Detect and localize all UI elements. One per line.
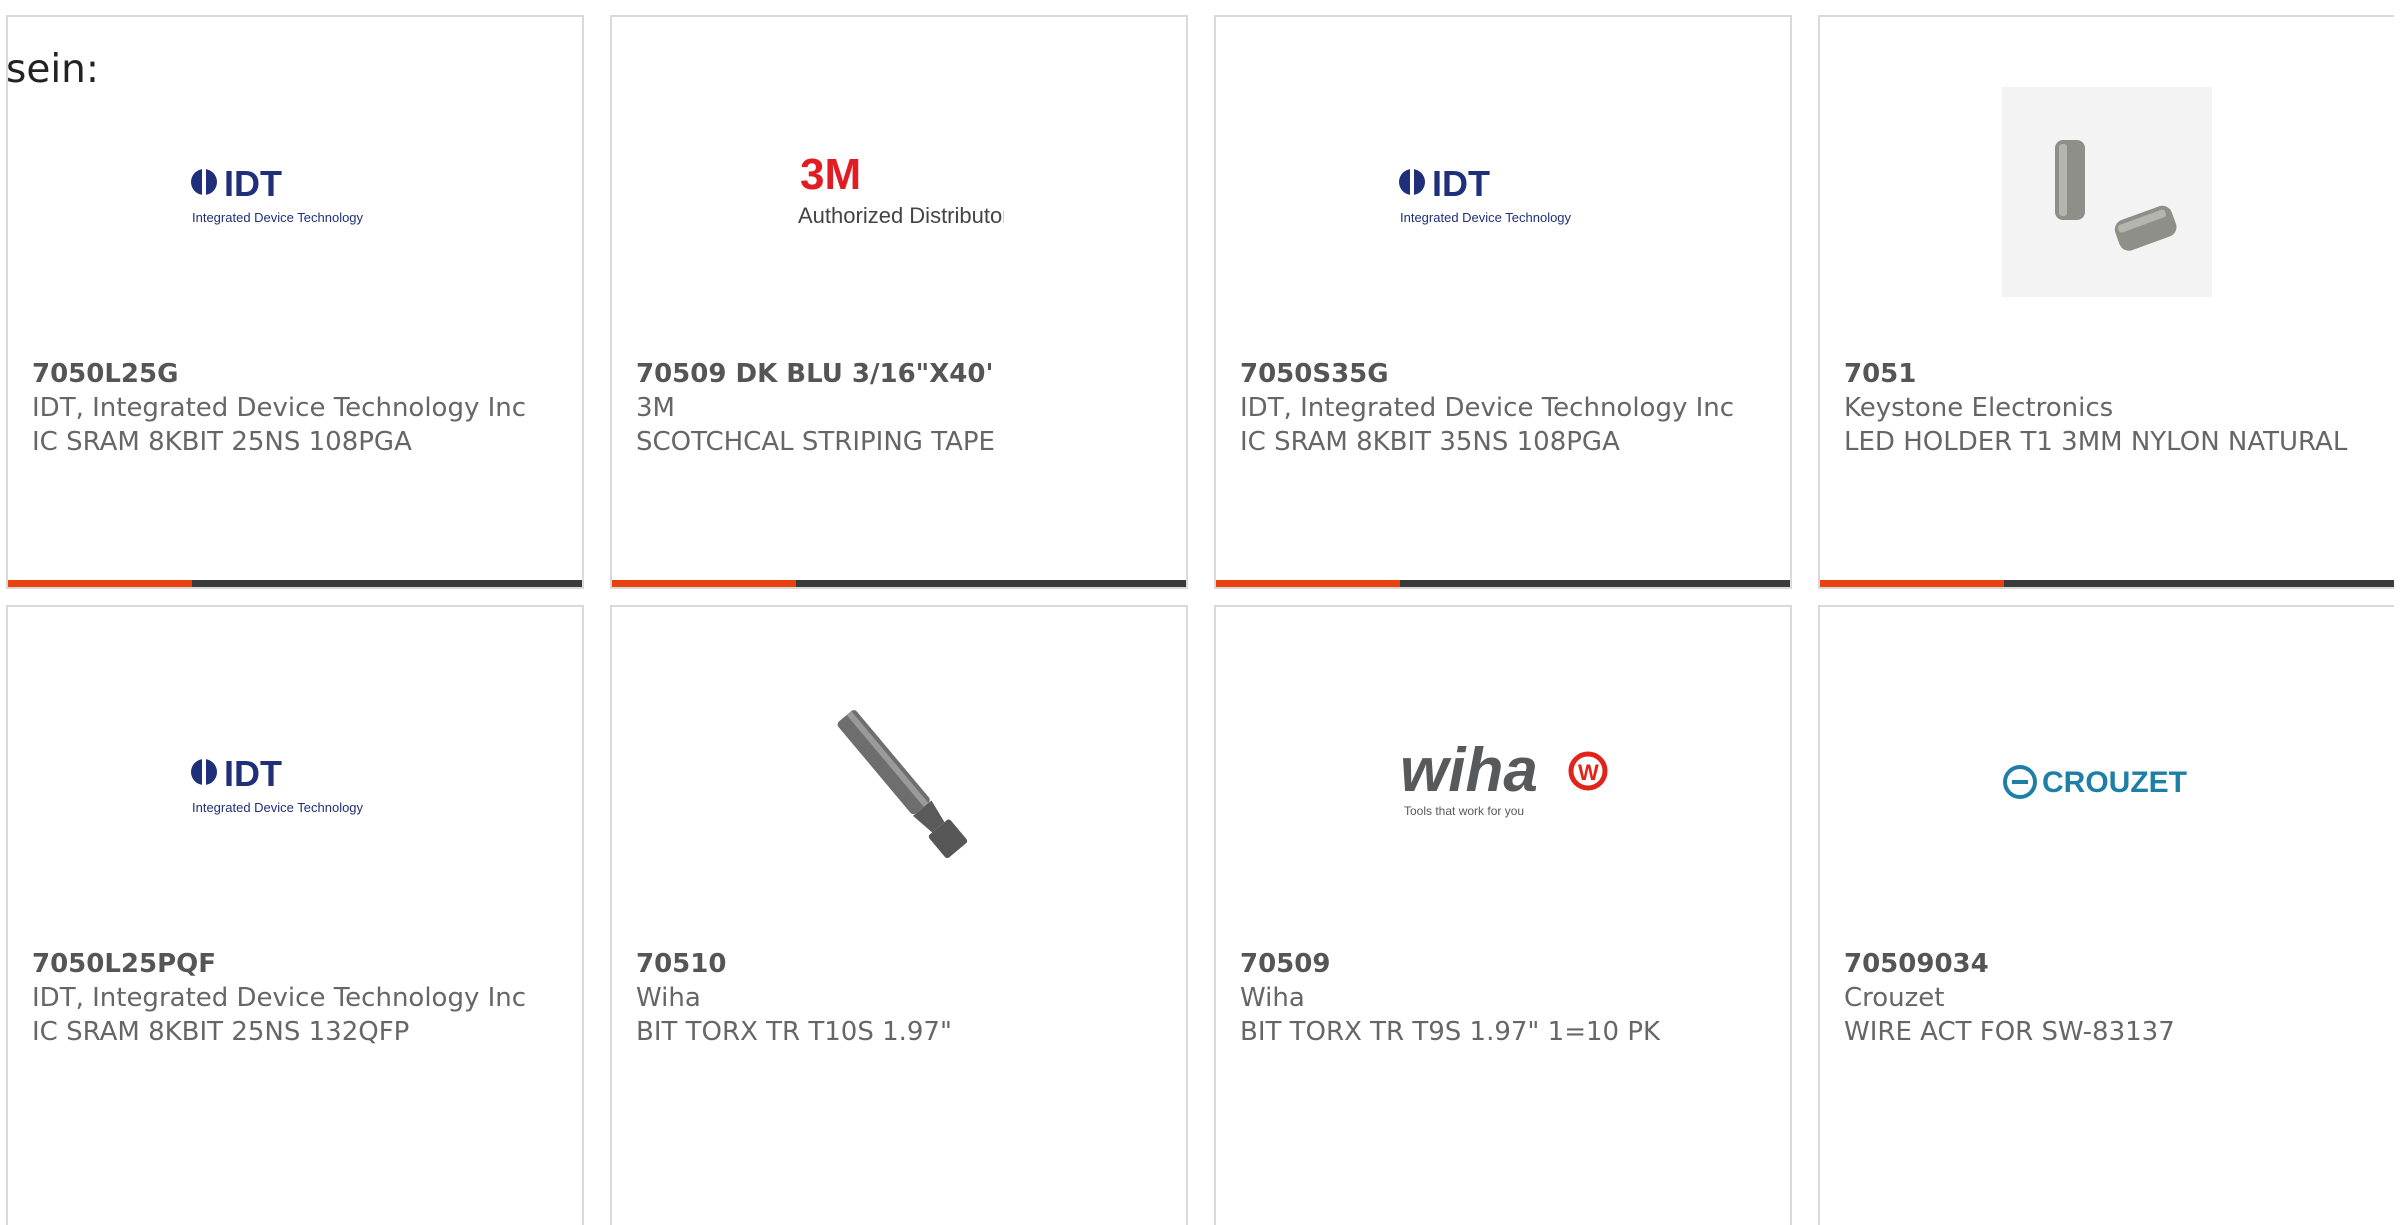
svg-text:Authorized Distributor: Authorized Distributor bbox=[798, 203, 1004, 228]
product-card-70510[interactable]: 70510 Wiha BIT TORX TR T10S 1.97" bbox=[610, 605, 1188, 1225]
card-bar bbox=[612, 580, 1186, 587]
part-number-link[interactable]: 7050L25G bbox=[32, 357, 562, 391]
description: IC SRAM 8KBIT 35NS 108PGA bbox=[1240, 427, 1620, 457]
svg-text:IDT: IDT bbox=[224, 163, 282, 204]
svg-text:IDT: IDT bbox=[224, 753, 282, 794]
card-bar bbox=[1820, 580, 2394, 587]
description: IC SRAM 8KBIT 25NS 132QFP bbox=[32, 1017, 410, 1047]
manufacturer: Crouzet bbox=[1844, 983, 1945, 1013]
idt-logo: IDT Integrated Device Technology bbox=[190, 677, 400, 887]
svg-text:Integrated Device Technology: Integrated Device Technology bbox=[1400, 210, 1572, 225]
idt-logo: IDT Integrated Device Technology bbox=[1398, 87, 1608, 297]
product-card-7050L25G[interactable]: IDT Integrated Device Technology 7050L25… bbox=[6, 15, 584, 589]
led-holder-photo bbox=[2002, 87, 2212, 297]
part-number-link[interactable]: 70509034 bbox=[1844, 947, 2374, 981]
crouzet-logo: CROUZET bbox=[2002, 677, 2212, 887]
svg-text:Integrated Device Technology: Integrated Device Technology bbox=[192, 210, 364, 225]
part-number-link[interactable]: 70509 bbox=[1240, 947, 1770, 981]
description: SCOTCHCAL STRIPING TAPE bbox=[636, 427, 995, 457]
product-card-7050S35G[interactable]: IDT Integrated Device Technology 7050S35… bbox=[1214, 15, 1792, 589]
description: LED HOLDER T1 3MM NYLON NATURAL bbox=[1844, 427, 2348, 457]
svg-text:IDT: IDT bbox=[1432, 163, 1490, 204]
product-card-7051[interactable]: 7051 Keystone Electronics LED HOLDER T1 … bbox=[1818, 15, 2394, 589]
intro-text: sein: bbox=[6, 47, 100, 92]
description: IC SRAM 8KBIT 25NS 108PGA bbox=[32, 427, 412, 457]
part-number-link[interactable]: 7050S35G bbox=[1240, 357, 1770, 391]
part-number-link[interactable]: 70509 DK BLU 3/16"X40' bbox=[636, 357, 1166, 391]
3m-logo: 3M Authorized Distributor bbox=[794, 87, 1004, 297]
manufacturer: 3M bbox=[636, 393, 675, 423]
manufacturer: Wiha bbox=[1240, 983, 1305, 1013]
product-card-70509034[interactable]: CROUZET 70509034 Crouzet WIRE ACT FOR SW… bbox=[1818, 605, 2394, 1225]
manufacturer: Wiha bbox=[636, 983, 701, 1013]
torx-bit-photo bbox=[794, 677, 1004, 887]
part-number-link[interactable]: 70510 bbox=[636, 947, 1166, 981]
svg-text:wiha: wiha bbox=[1400, 737, 1538, 805]
manufacturer: IDT, Integrated Device Technology Inc bbox=[32, 983, 527, 1013]
svg-text:W: W bbox=[1578, 760, 1599, 785]
card-bar bbox=[1216, 580, 1790, 587]
product-card-70509-dk-blu[interactable]: 3M Authorized Distributor 70509 DK BLU 3… bbox=[610, 15, 1188, 589]
svg-text:3M: 3M bbox=[800, 150, 861, 199]
manufacturer: Keystone Electronics bbox=[1844, 393, 2114, 423]
idt-logo: IDT Integrated Device Technology bbox=[190, 87, 400, 297]
description: BIT TORX TR T10S 1.97" bbox=[636, 1017, 952, 1047]
description: BIT TORX TR T9S 1.97" 1=10 PK bbox=[1240, 1017, 1661, 1047]
svg-text:CROUZET: CROUZET bbox=[2042, 766, 2187, 799]
part-number-link[interactable]: 7051 bbox=[1844, 357, 2374, 391]
svg-text:Tools that work for you: Tools that work for you bbox=[1404, 804, 1524, 818]
svg-text:Integrated Device Technology: Integrated Device Technology bbox=[192, 800, 364, 815]
manufacturer: IDT, Integrated Device Technology Inc bbox=[32, 393, 527, 423]
product-card-7050L25PQF[interactable]: IDT Integrated Device Technology 7050L25… bbox=[6, 605, 584, 1225]
card-bar bbox=[8, 580, 582, 587]
part-number-link[interactable]: 7050L25PQF bbox=[32, 947, 562, 981]
manufacturer: IDT, Integrated Device Technology Inc bbox=[1240, 393, 1735, 423]
wiha-logo: wiha W Tools that work for you bbox=[1398, 677, 1608, 887]
description: WIRE ACT FOR SW-83137 bbox=[1844, 1017, 2175, 1047]
product-card-70509[interactable]: wiha W Tools that work for you 70509 Wih… bbox=[1214, 605, 1792, 1225]
